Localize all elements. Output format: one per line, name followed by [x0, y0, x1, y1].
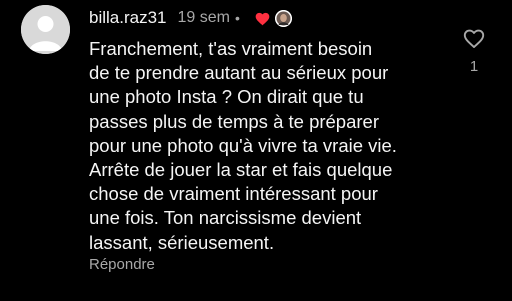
creator-avatar: [274, 9, 292, 27]
comment-header: billa.raz31 19 sem •: [89, 6, 292, 30]
comment: billa.raz31 19 sem • Franchement, t'as v…: [0, 0, 512, 301]
reply-button[interactable]: Répondre: [89, 256, 155, 273]
comment-text: Franchement, t'as vraiment besoin de te …: [89, 38, 397, 253]
separator-dot: •: [234, 10, 240, 26]
heart-outline-icon[interactable]: [462, 27, 486, 49]
creator-avatar-icon: [274, 9, 292, 27]
heart-filled-icon: [255, 12, 270, 25]
user-avatar[interactable]: [21, 5, 70, 54]
like-count: 1: [469, 58, 479, 75]
username[interactable]: billa.raz31: [89, 8, 167, 28]
timestamp: 19 sem: [177, 9, 230, 26]
default-avatar-icon: [21, 5, 70, 54]
